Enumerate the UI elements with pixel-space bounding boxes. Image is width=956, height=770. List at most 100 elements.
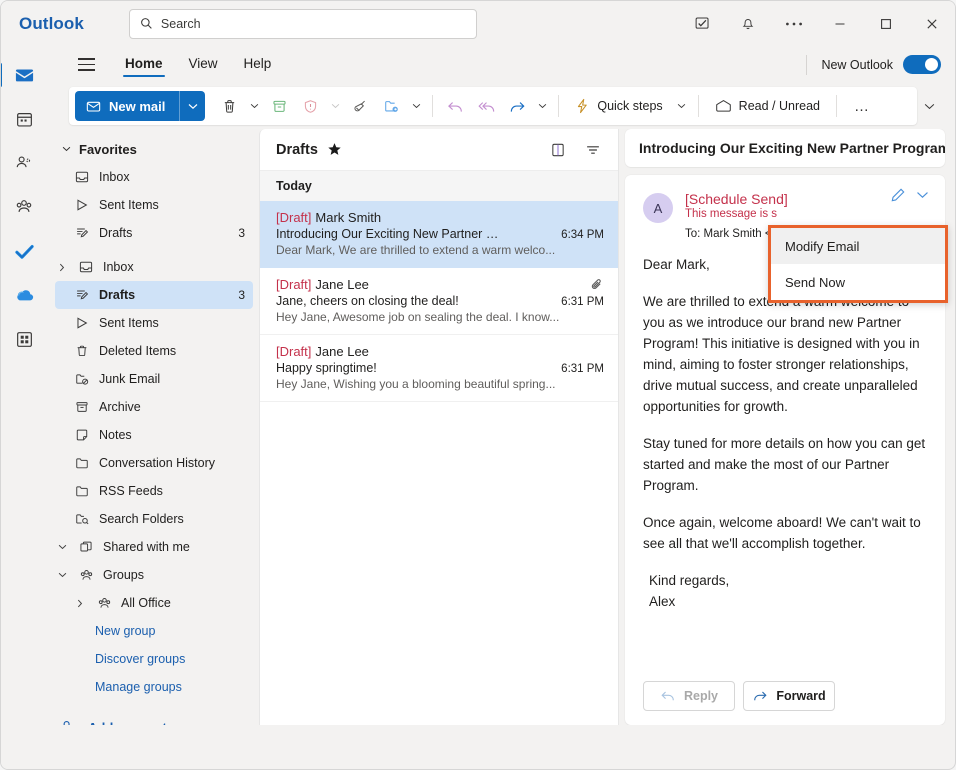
filter-icon[interactable] (580, 137, 606, 163)
folder-favorite-drafts[interactable]: Drafts 3 (55, 219, 253, 247)
rail-item-groups[interactable] (5, 188, 43, 226)
chevron-right-icon[interactable] (73, 599, 87, 608)
close-button[interactable] (909, 1, 955, 46)
todo-icon[interactable] (679, 1, 725, 46)
hamburger-icon[interactable] (69, 50, 103, 80)
new-mail-label: New mail (109, 98, 166, 114)
new-mail-split-button[interactable]: New mail (75, 91, 206, 121)
immersive-reader-icon[interactable] (545, 137, 571, 163)
tab-home[interactable]: Home (115, 52, 173, 77)
context-menu-item-send-now[interactable]: Send Now (771, 264, 945, 300)
report-icon[interactable] (295, 91, 325, 121)
rail-item-todo[interactable] (5, 232, 43, 270)
delete-icon[interactable] (214, 91, 244, 121)
chevron-down-icon[interactable] (55, 544, 69, 550)
folder-label: Sent Items (99, 198, 159, 212)
favorite-star-icon[interactable] (327, 142, 342, 157)
folder-label: Junk Email (99, 372, 161, 386)
rail-item-onedrive[interactable] (5, 276, 43, 314)
maximize-button[interactable] (863, 1, 909, 46)
rail-item-mail[interactable] (1, 56, 43, 94)
ribbon-collapse-icon[interactable] (917, 103, 941, 110)
new-mail-button[interactable]: New mail (75, 91, 180, 121)
folder-label: Sent Items (99, 316, 159, 330)
folder-deleted-items[interactable]: Deleted Items (55, 337, 253, 365)
minimize-button[interactable] (817, 1, 863, 46)
edit-icon[interactable] (890, 187, 906, 203)
sent-icon (73, 316, 91, 330)
favorites-header[interactable]: Favorites (55, 135, 253, 163)
search-input[interactable]: Search (128, 8, 477, 39)
rail-item-apps[interactable] (5, 320, 43, 358)
link-discover-groups[interactable]: Discover groups (55, 645, 253, 673)
rail-item-people[interactable] (5, 144, 43, 182)
folder-archive[interactable]: Archive (55, 393, 253, 421)
notes-icon (73, 428, 91, 442)
message-subject: Jane, cheers on closing the deal! (276, 294, 459, 308)
reply-all-icon[interactable] (471, 91, 501, 121)
message-list-item[interactable]: [Draft] Mark Smith Introducing Our Exciti… (260, 201, 618, 268)
reply-icon (660, 689, 676, 703)
rail-item-calendar[interactable] (5, 100, 43, 138)
new-outlook-toggle[interactable] (903, 55, 941, 74)
folder-rss-feeds[interactable]: RSS Feeds (55, 477, 253, 505)
message-subject-row: Introducing Our Exciting New Partner Pr.… (276, 227, 604, 241)
more-icon[interactable] (771, 1, 817, 46)
body-paragraph: Stay tuned for more details on how you c… (643, 436, 926, 493)
tab-view[interactable]: View (179, 52, 228, 77)
link-new-group[interactable]: New group (55, 617, 253, 645)
search-placeholder: Search (160, 16, 201, 31)
chevron-down-icon[interactable] (55, 572, 69, 578)
archive-icon[interactable] (264, 91, 294, 121)
archive-icon (73, 400, 91, 414)
reply-icon[interactable] (440, 91, 470, 121)
command-overflow-button[interactable]: … (844, 91, 880, 121)
context-menu-item-modify-email[interactable]: Modify Email (771, 228, 945, 264)
folder-sent-items[interactable]: Sent Items (55, 309, 253, 337)
folder-label: RSS Feeds (99, 484, 163, 498)
body-paragraph: Once again, welcome aboard! We can't wai… (643, 515, 921, 551)
new-outlook-area: New Outlook (806, 46, 941, 83)
forward-icon (752, 689, 768, 703)
divider (806, 54, 808, 75)
chevron-right-icon[interactable] (55, 263, 69, 272)
read-unread-button[interactable]: Read / Unread (706, 91, 829, 121)
delete-caret-icon[interactable] (245, 103, 263, 109)
forward-caret-icon[interactable] (533, 103, 551, 109)
folder-favorite-sent-items[interactable]: Sent Items (55, 191, 253, 219)
folder-drafts[interactable]: Drafts 3 (55, 281, 253, 309)
avatar: A (643, 193, 673, 223)
folder-label: Notes (99, 428, 132, 442)
sweep-icon[interactable] (345, 91, 375, 121)
title-bar: Outlook Search (1, 1, 955, 46)
report-caret-icon[interactable] (326, 103, 344, 109)
folder-favorite-inbox[interactable]: Inbox (55, 163, 253, 191)
tab-help[interactable]: Help (234, 52, 282, 77)
move-to-caret-icon[interactable] (407, 103, 425, 109)
message-sender: [Draft] Mark Smith (276, 210, 381, 225)
chevron-down-icon[interactable] (916, 191, 929, 199)
add-account-button[interactable]: Add account (55, 711, 253, 725)
folder-junk-email[interactable]: Junk Email (55, 365, 253, 393)
link-manage-groups[interactable]: Manage groups (55, 673, 253, 701)
folder-notes[interactable]: Notes (55, 421, 253, 449)
message-list-item[interactable]: [Draft] Jane Lee Happy springtime! 6:31 P… (260, 335, 618, 402)
folder-inbox[interactable]: Inbox (55, 253, 253, 281)
bell-icon[interactable] (725, 1, 771, 46)
folder-icon (73, 456, 91, 470)
quick-steps-caret-icon[interactable] (673, 103, 691, 109)
quick-steps-button[interactable]: Quick steps (566, 91, 671, 121)
forward-button[interactable]: Forward (743, 681, 835, 711)
message-list-item[interactable]: [Draft] Jane Lee Jane, cheers on closing … (260, 268, 618, 335)
folder-shared-with-me[interactable]: Shared with me (55, 533, 253, 561)
forward-icon[interactable] (502, 91, 532, 121)
reply-button[interactable]: Reply (643, 681, 735, 711)
folder-search-folders[interactable]: Search Folders (55, 505, 253, 533)
new-mail-caret-icon[interactable] (179, 91, 206, 121)
folder-conversation-history[interactable]: Conversation History (55, 449, 253, 477)
folder-all-office[interactable]: All Office (55, 589, 253, 617)
folder-groups[interactable]: Groups (55, 561, 253, 589)
add-account-label: Add account (88, 720, 167, 726)
message-preview: Hey Jane, Wishing you a blooming beautif… (276, 377, 556, 391)
move-to-icon[interactable] (376, 91, 406, 121)
